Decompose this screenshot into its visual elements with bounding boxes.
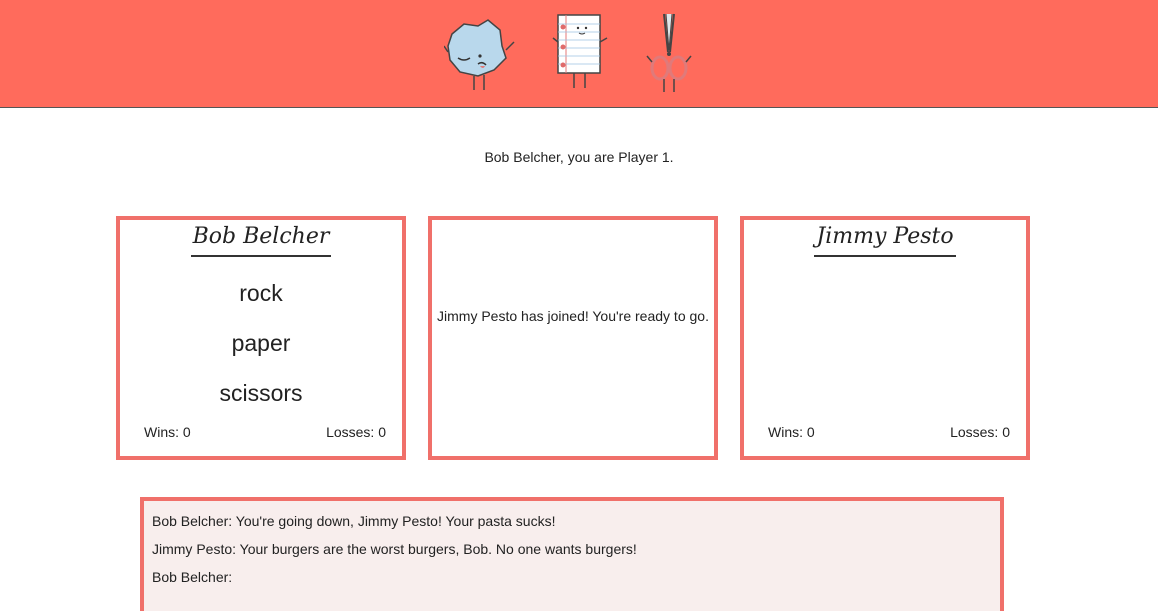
player2-name: Jimmy Pesto <box>814 224 956 257</box>
game-message: Jimmy Pesto has joined! You're ready to … <box>437 308 709 324</box>
chat-message: Bob Belcher: You're going down, Jimmy Pe… <box>152 513 556 529</box>
player-status-text: Bob Belcher, you are Player 1. <box>484 149 674 165</box>
header-banner <box>0 0 1158 108</box>
chat-message: Jimmy Pesto: Your burgers are the worst … <box>152 541 637 557</box>
player1-wins: Wins: 0 <box>144 424 191 440</box>
scissors-choice-button[interactable]: scissors <box>120 380 402 407</box>
player2-panel: Jimmy Pesto Wins: 0 Losses: 0 <box>740 216 1030 460</box>
player2-wins: Wins: 0 <box>768 424 815 440</box>
player2-losses: Losses: 0 <box>950 424 1010 440</box>
player1-name: Bob Belcher <box>190 224 332 257</box>
player1-losses: Losses: 0 <box>326 424 386 440</box>
paper-mascot-icon <box>552 12 612 94</box>
player2-name-heading: Jimmy Pesto <box>744 224 1026 257</box>
player1-panel: Bob Belcher rock paper scissors Wins: 0 … <box>116 216 406 460</box>
player1-name-heading: Bob Belcher <box>120 224 402 257</box>
rock-choice-button[interactable]: rock <box>120 280 402 307</box>
rock-mascot-icon <box>444 12 520 94</box>
result-panel: Jimmy Pesto has joined! You're ready to … <box>428 216 718 460</box>
scissors-mascot-icon <box>644 12 694 96</box>
paper-choice-button[interactable]: paper <box>120 330 402 357</box>
chat-message: Bob Belcher: <box>152 569 233 585</box>
